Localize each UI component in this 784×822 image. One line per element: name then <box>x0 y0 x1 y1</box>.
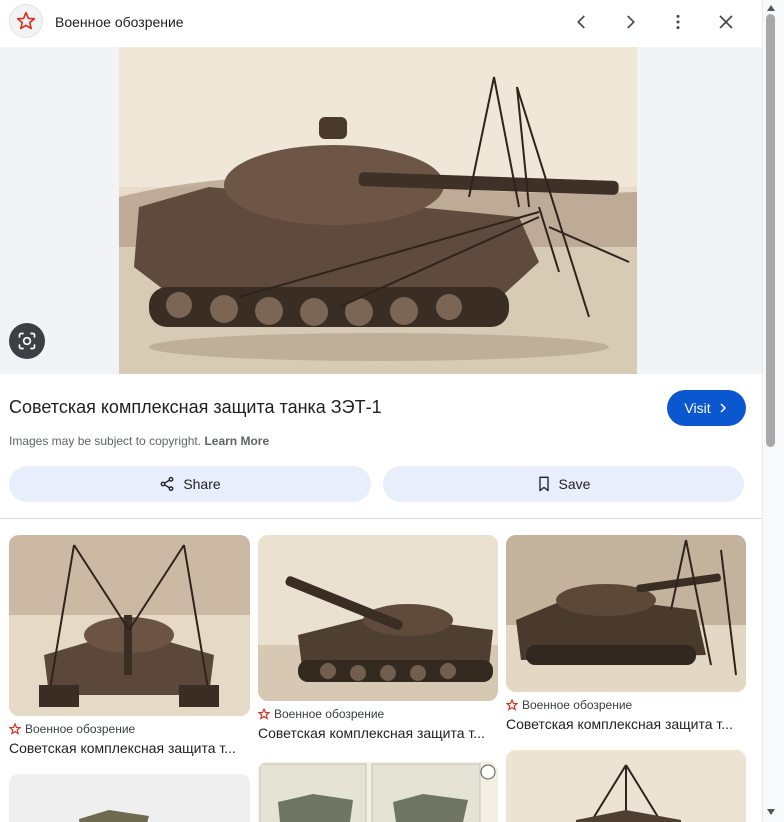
previous-button[interactable] <box>566 6 598 38</box>
related-thumbnail[interactable] <box>258 535 498 701</box>
chevron-left-icon <box>577 15 585 29</box>
related-caption[interactable]: Советская комплексная защита т... <box>9 740 250 756</box>
bookmark-icon <box>538 476 549 492</box>
related-image-card[interactable]: Военное обозрение Советская комплексная … <box>9 535 250 756</box>
visit-button[interactable]: Visit <box>667 390 746 426</box>
related-image-card[interactable] <box>9 774 250 822</box>
related-thumbnail[interactable] <box>258 762 498 822</box>
share-label: Share <box>183 476 221 492</box>
red-star-icon <box>258 708 270 720</box>
copyright-notice: Images may be subject to copyright. Lear… <box>9 434 269 448</box>
visit-label: Visit <box>684 400 711 416</box>
close-icon <box>719 15 733 29</box>
related-source: Военное обозрение <box>258 707 498 721</box>
related-image-card[interactable] <box>258 762 498 822</box>
scroll-down-arrow-icon[interactable] <box>766 808 776 816</box>
next-button[interactable] <box>614 6 646 38</box>
related-caption[interactable]: Советская комплексная защита т... <box>506 716 746 732</box>
section-divider <box>0 518 762 519</box>
related-source: Военное обозрение <box>9 722 250 736</box>
chevron-right-icon <box>627 15 635 29</box>
save-label: Save <box>558 476 591 492</box>
related-thumbnail[interactable] <box>9 535 250 716</box>
red-star-icon <box>9 723 21 735</box>
related-thumbnail[interactable] <box>506 750 746 822</box>
related-thumbnail[interactable] <box>9 774 250 822</box>
scrollbar-thumb[interactable] <box>766 14 775 447</box>
chevron-right-icon <box>720 403 726 413</box>
more-options-button[interactable] <box>662 6 694 38</box>
related-source-name: Военное обозрение <box>274 707 385 721</box>
site-name[interactable]: Военное обозрение <box>55 14 184 30</box>
related-source-name: Военное обозрение <box>522 698 633 712</box>
related-source-name: Военное обозрение <box>25 722 136 736</box>
more-vert-icon <box>676 14 680 30</box>
image-viewer-header: Военное обозрение <box>0 0 762 46</box>
related-thumbnail[interactable] <box>506 535 746 692</box>
main-tank-image[interactable] <box>119 47 637 374</box>
scroll-up-arrow-icon[interactable] <box>766 4 776 12</box>
google-lens-icon <box>18 332 36 350</box>
red-star-icon <box>506 699 518 711</box>
result-title[interactable]: Советская комплексная защита танка ЗЭТ-1 <box>9 397 382 418</box>
related-image-card[interactable]: Военное обозрение Советская комплексная … <box>258 535 498 741</box>
related-image-card[interactable]: Военное обозрение Советская комплексная … <box>506 535 746 732</box>
save-button[interactable]: Save <box>383 466 744 502</box>
share-button[interactable]: Share <box>9 466 371 502</box>
copyright-text: Images may be subject to copyright. <box>9 434 202 448</box>
related-caption[interactable]: Советская комплексная защита т... <box>258 725 498 741</box>
close-button[interactable] <box>710 6 742 38</box>
site-favicon[interactable] <box>9 4 43 38</box>
image-preview-area <box>0 47 762 374</box>
share-icon <box>160 476 174 492</box>
search-with-lens-button[interactable] <box>9 323 45 359</box>
related-image-card[interactable] <box>506 750 746 822</box>
red-star-icon <box>16 11 36 30</box>
learn-more-link[interactable]: Learn More <box>204 434 269 448</box>
related-source: Военное обозрение <box>506 698 746 712</box>
